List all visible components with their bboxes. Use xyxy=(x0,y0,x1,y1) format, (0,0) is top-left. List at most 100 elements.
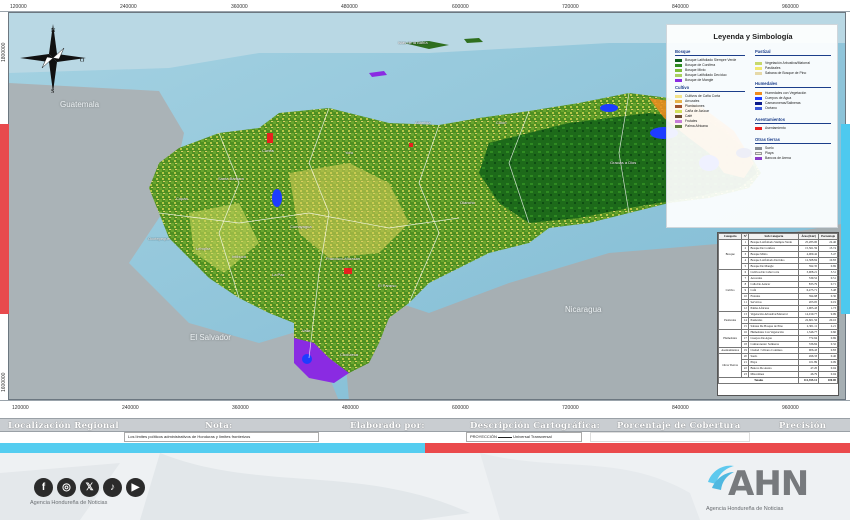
table-total-pct: 100.00 xyxy=(818,377,838,384)
legend-swatch xyxy=(755,61,762,65)
legend-item: Caña de Azúcar xyxy=(675,109,709,113)
table-cell-category: Otras Tierras xyxy=(717,353,743,378)
legend-item: Bosque Latifoliado Decíduo xyxy=(675,73,726,77)
legend-item: Frutales xyxy=(675,119,697,123)
legend-item-label: Humedales con Vegetación xyxy=(765,91,807,95)
dept-label: Valle xyxy=(302,328,311,333)
table-total-row: Totales 112,355.12 100.00 xyxy=(717,377,838,384)
ahn-logo-text: AHN xyxy=(728,464,809,504)
coord-bottom-5: 600000 xyxy=(452,405,469,411)
legend-item: Bosque Latifoliado Siempre Verde xyxy=(675,58,736,62)
table-header: Área (Km²) xyxy=(798,233,820,240)
legend-item: Humedales con Vegetación xyxy=(755,91,806,95)
legend-heading-cultivo: Cultivo xyxy=(675,85,690,90)
coord-top-6: 720000 xyxy=(562,4,579,10)
legend-item-label: Asentamiento xyxy=(765,126,786,130)
x-glyph: 𝕏 xyxy=(85,482,94,493)
ahn-logo-subtitle: Agencia Hondureña de Noticias xyxy=(706,506,784,512)
gulf-water xyxy=(302,354,312,364)
legend-item: Bosque de Conífera xyxy=(675,63,715,67)
heading-coverage-percentage: Porcentaje de Cobertura xyxy=(617,421,741,431)
legend-swatch xyxy=(755,66,762,70)
lake-yojoa xyxy=(272,189,282,207)
facebook-icon[interactable]: f xyxy=(34,478,53,497)
right-accent-bar xyxy=(841,124,850,314)
table-cell-category: Cultivo xyxy=(717,269,743,312)
legend-item: Bosque Mixto xyxy=(675,68,706,72)
legend-swatch xyxy=(675,94,682,98)
youtube-icon[interactable]: ▶ xyxy=(126,478,145,497)
legend-swatch xyxy=(675,109,682,113)
legend-item-label: Playa xyxy=(765,151,774,155)
coord-top-5: 600000 xyxy=(452,4,469,10)
heading-cartographic-description: Descripción Cartográfica: xyxy=(470,421,601,431)
legend-swatch xyxy=(675,114,682,118)
coord-bottom-6: 720000 xyxy=(562,405,579,411)
legend-swatch xyxy=(755,71,762,75)
legend-swatch xyxy=(755,126,762,130)
legend-item: Plantaciones xyxy=(675,104,704,108)
legend-item: Bosque de Mangle xyxy=(675,78,713,82)
left-accent-bar xyxy=(0,124,9,314)
tiktok-icon[interactable]: ♪ xyxy=(103,478,122,497)
info-bar: Localización Regional Nota: Elaborado po… xyxy=(0,418,850,432)
dept-label: Gracias a Dios xyxy=(610,160,637,165)
legend-item-label: Suelo xyxy=(765,146,774,150)
info-row: Los límites políticos administrativos de… xyxy=(0,432,850,442)
north-arrow-icon: N S O xyxy=(20,24,86,94)
projection-value: Universal Transversal xyxy=(513,434,552,439)
legend-item-label: Bosque Mixto xyxy=(685,68,706,72)
cyan-stripe xyxy=(0,443,425,453)
svg-text:S: S xyxy=(51,89,54,94)
agency-name-small: Agencia Hondureña de Noticias xyxy=(30,500,108,506)
coord-top-1: 120000 xyxy=(10,4,27,10)
legend-swatch xyxy=(675,78,682,82)
facebook-glyph: f xyxy=(41,482,46,493)
legend-swatch xyxy=(755,146,762,150)
legend-item-label: Palma Africana xyxy=(685,124,708,128)
heading-regional-location: Localización Regional xyxy=(8,421,119,431)
legend-item-label: Camaroneras/Salineras xyxy=(765,101,801,105)
heading-made-by: Elaborado por: xyxy=(350,421,425,431)
coord-bottom-3: 360000 xyxy=(232,405,249,411)
dept-label: Francisco Morazán xyxy=(326,256,361,261)
legend-swatch xyxy=(755,96,762,100)
youtube-glyph: ▶ xyxy=(131,482,140,493)
note-text: Los límites políticos administrativos de… xyxy=(124,432,319,442)
legend-swatch xyxy=(755,151,762,155)
legend-item-label: Pastizales xyxy=(765,66,781,70)
legend-rule xyxy=(755,87,831,88)
heading-note: Nota: xyxy=(205,421,233,431)
dept-label: Santa Bárbara xyxy=(218,176,244,181)
table-header: Porcentaje xyxy=(818,233,838,240)
legend-item-label: Frutales xyxy=(685,119,698,123)
dept-label: Copán xyxy=(176,196,188,201)
legend-title: Leyenda y Simbología xyxy=(713,32,793,41)
coverage-table-box: Categoría N° Sub-Categoría Área (Km²) Po… xyxy=(717,232,839,396)
legend-item-label: Cultivos de Caña Corta xyxy=(685,94,721,98)
projection-separator xyxy=(498,437,513,438)
coverage-table: Categoría N° Sub-Categoría Área (Km²) Po… xyxy=(717,233,838,384)
dept-label: Intibucá xyxy=(232,254,247,259)
legend-item: Pastizales xyxy=(755,66,780,70)
x-icon[interactable]: 𝕏 xyxy=(80,478,99,497)
coord-top-4: 480000 xyxy=(341,4,358,10)
dept-label: Atlántida xyxy=(415,120,431,125)
coord-top-3: 360000 xyxy=(231,4,248,10)
legend-swatch xyxy=(675,58,682,62)
coord-bottom-7: 840000 xyxy=(672,405,689,411)
legend-swatch xyxy=(755,101,762,105)
red-stripe xyxy=(425,443,850,453)
legend-item: Palma Africana xyxy=(675,124,708,128)
legend-item-label: Café xyxy=(685,114,693,118)
table-total-label: Totales xyxy=(717,377,800,384)
instagram-icon[interactable]: ◎ xyxy=(57,478,76,497)
legend-item: Cuerpos de Agua xyxy=(755,96,791,100)
coord-left-2: 1600000 xyxy=(1,372,7,392)
table-total-area: 112,355.12 xyxy=(798,377,820,384)
dept-label: La Paz xyxy=(272,272,285,277)
dept-label: Yoro xyxy=(345,150,354,155)
legend-rule xyxy=(675,55,745,56)
table-cell-category: Humedales xyxy=(717,329,743,348)
legend-item: Arrozales xyxy=(675,99,699,103)
